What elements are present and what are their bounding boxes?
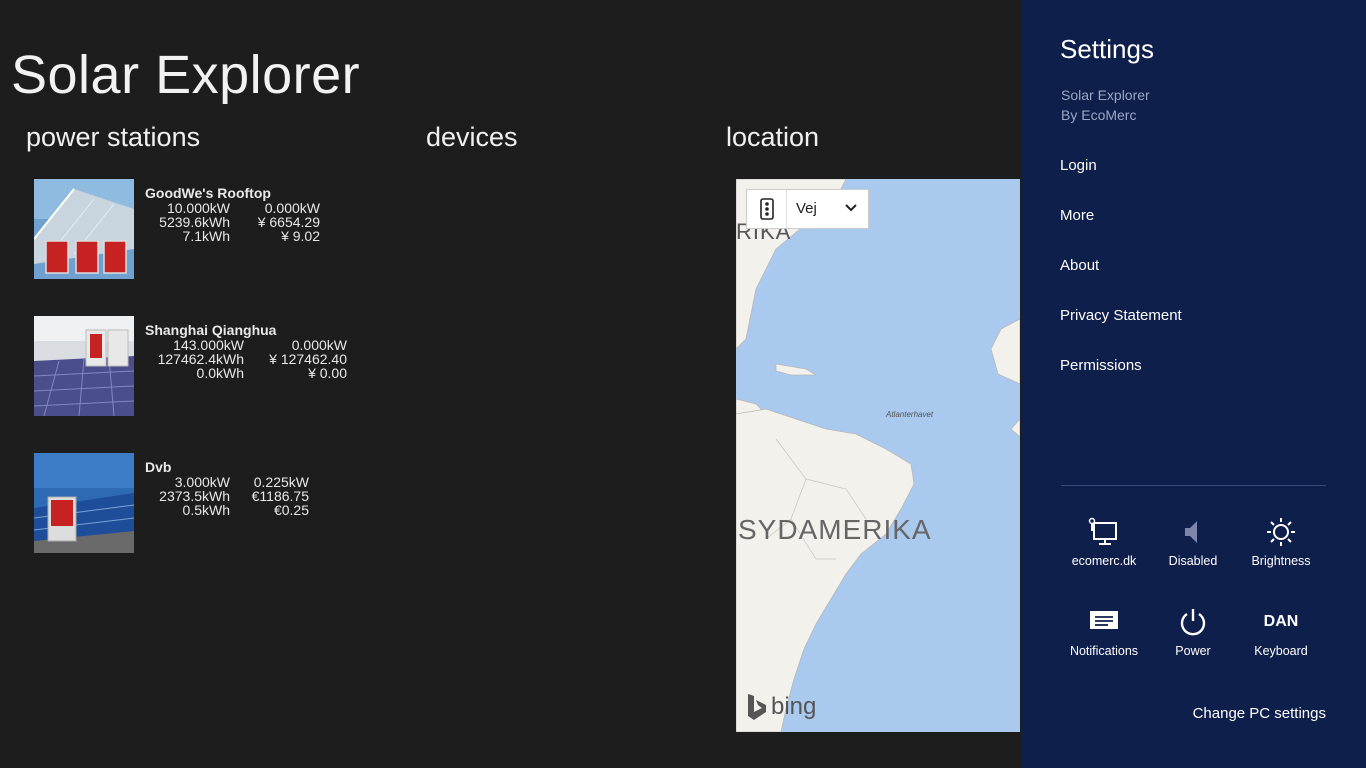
map-label-atlantic: Atlanterhavet <box>886 410 934 419</box>
network-icon <box>1059 512 1149 552</box>
station-name: Shanghai Qianghua <box>145 322 277 338</box>
station-photo <box>34 453 134 553</box>
bing-icon <box>748 694 766 720</box>
map-mode-control[interactable]: Vej <box>746 189 869 229</box>
app-title: Solar Explorer <box>11 45 361 105</box>
map-mode-label: Vej <box>796 200 817 217</box>
station-photo <box>34 316 134 416</box>
quick-keyboard-button[interactable]: DAN Keyboard <box>1236 602 1326 658</box>
volume-icon <box>1148 512 1238 552</box>
keyboard-language-code: DAN <box>1263 613 1299 630</box>
station-name: Dvb <box>145 459 172 475</box>
section-location: location <box>726 122 820 152</box>
quick-volume-label: Disabled <box>1168 554 1218 568</box>
settings-link-more[interactable]: More <box>1060 207 1094 224</box>
map-landmass <box>736 179 1020 732</box>
station-item-goodwe[interactable]: GoodWe's Rooftop 10.000kW 0.000kW 5239.6… <box>34 179 364 279</box>
station-today-income: €0.25 <box>273 502 309 518</box>
bing-logo: bing <box>746 692 816 722</box>
notifications-icon <box>1059 602 1149 642</box>
settings-pane: Settings Solar Explorer By EcoMerc Login… <box>1021 0 1366 768</box>
bing-text: bing <box>771 693 817 720</box>
change-pc-settings-link[interactable]: Change PC settings <box>1193 705 1326 722</box>
map-mode-select[interactable]: Vej <box>787 190 868 228</box>
keyboard-icon: DAN <box>1236 602 1326 642</box>
map-label-south-america: SYDAMERIKA <box>738 514 932 545</box>
settings-divider <box>1061 485 1326 486</box>
quick-keyboard-label: Keyboard <box>1254 644 1308 658</box>
station-item-shanghai[interactable]: Shanghai Qianghua 143.000kW 0.000kW 1274… <box>34 316 364 416</box>
quick-notifications-button[interactable]: Notifications <box>1059 602 1149 658</box>
station-today-energy: 7.1kWh <box>182 228 230 244</box>
station-photo <box>34 179 134 279</box>
settings-link-about[interactable]: About <box>1060 257 1099 274</box>
quick-network-label: ecomerc.dk <box>1071 554 1137 568</box>
quick-power-button[interactable]: Power <box>1148 602 1238 658</box>
quick-network-button[interactable]: ecomerc.dk <box>1059 512 1149 568</box>
station-today-energy: 0.0kWh <box>196 365 244 381</box>
quick-volume-button[interactable]: Disabled <box>1148 512 1238 568</box>
station-today-income: ¥ 0.00 <box>308 365 347 381</box>
station-name: GoodWe's Rooftop <box>145 185 271 201</box>
settings-publisher: By EcoMerc <box>1061 107 1137 123</box>
station-item-dvb[interactable]: Dvb 3.000kW 0.225kW 2373.5kWh €1186.75 0… <box>34 453 364 553</box>
station-today-energy: 0.5kWh <box>182 502 230 518</box>
chevron-down-icon <box>844 190 858 243</box>
settings-link-login[interactable]: Login <box>1060 157 1097 174</box>
section-power-stations: power stations <box>26 122 201 152</box>
quick-power-label: Power <box>1175 644 1211 658</box>
power-icon <box>1148 602 1238 642</box>
settings-link-permissions[interactable]: Permissions <box>1060 357 1142 374</box>
quick-notifications-label: Notifications <box>1069 644 1139 658</box>
settings-app-name: Solar Explorer <box>1061 87 1150 103</box>
settings-link-privacy[interactable]: Privacy Statement <box>1060 307 1182 324</box>
traffic-icon[interactable] <box>747 190 787 228</box>
station-today-income: ¥ 9.02 <box>281 228 320 244</box>
location-map[interactable]: RIKA Atlanterhavet SYDAMERIKA Vej bing <box>736 179 1020 732</box>
section-devices: devices <box>426 122 518 152</box>
brightness-icon <box>1236 512 1326 552</box>
settings-title: Settings <box>1060 34 1154 64</box>
quick-brightness-label: Brightness <box>1251 554 1311 568</box>
quick-brightness-button[interactable]: Brightness <box>1236 512 1326 568</box>
